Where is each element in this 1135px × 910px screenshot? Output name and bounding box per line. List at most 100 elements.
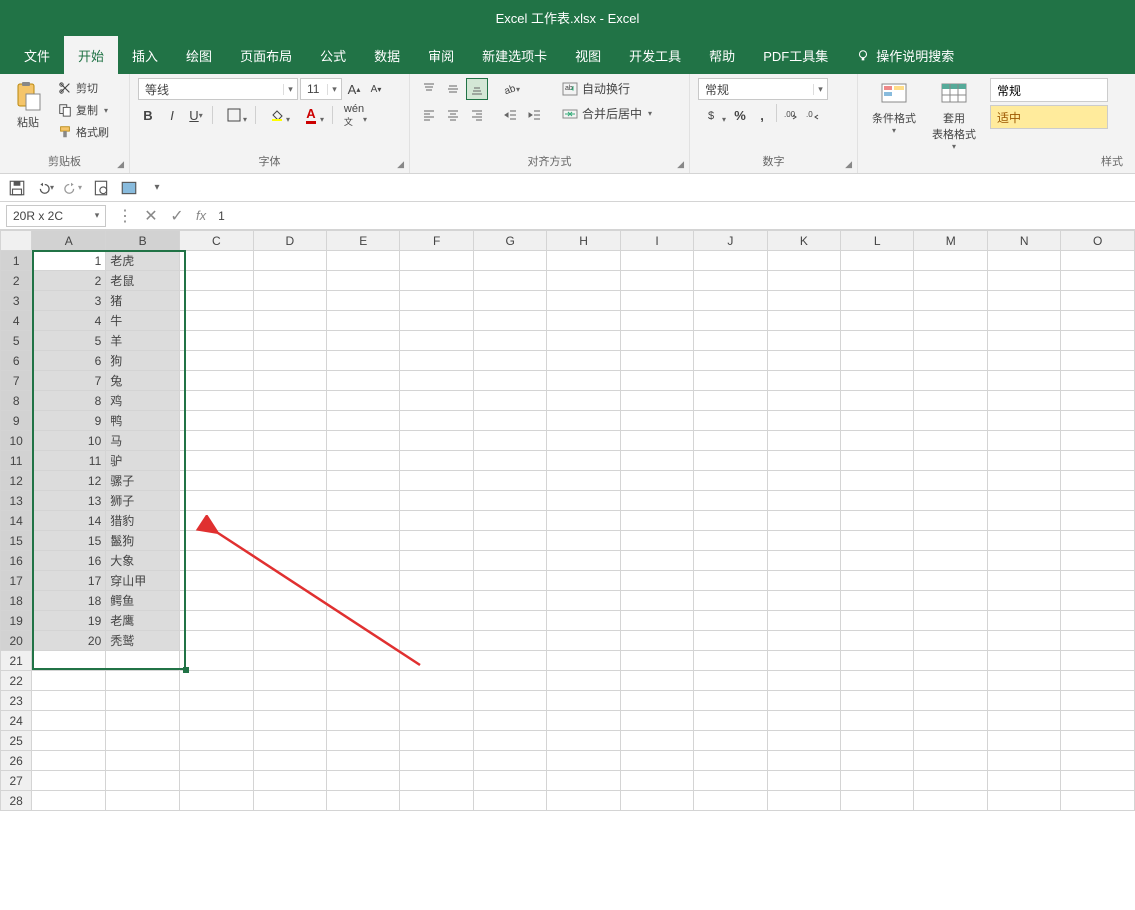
cell-H10[interactable] [547, 431, 620, 451]
cell-J24[interactable] [694, 711, 767, 731]
cell-B4[interactable]: 牛 [106, 311, 180, 331]
col-header-N[interactable]: N [987, 231, 1060, 251]
print-preview-button[interactable] [92, 179, 110, 197]
cell-G21[interactable] [473, 651, 546, 671]
copy-button[interactable]: 复制▾ [54, 100, 113, 120]
decrease-decimal-button[interactable]: .0 [803, 104, 823, 126]
cell-J28[interactable] [694, 791, 767, 811]
cell-D28[interactable] [253, 791, 326, 811]
tab-formulas[interactable]: 公式 [306, 36, 360, 74]
cell-B26[interactable] [106, 751, 180, 771]
cell-B21[interactable] [106, 651, 180, 671]
cell-K28[interactable] [767, 791, 840, 811]
cell-C18[interactable] [180, 591, 253, 611]
cell-O20[interactable] [1061, 631, 1135, 651]
cell-O23[interactable] [1061, 691, 1135, 711]
col-header-O[interactable]: O [1061, 231, 1135, 251]
tab-file[interactable]: 文件 [10, 36, 64, 74]
cell-I6[interactable] [620, 351, 693, 371]
cell-B18[interactable]: 鳄鱼 [106, 591, 180, 611]
cell-C11[interactable] [180, 451, 253, 471]
cell-K2[interactable] [767, 271, 840, 291]
cell-N17[interactable] [987, 571, 1060, 591]
cell-K8[interactable] [767, 391, 840, 411]
align-middle-button[interactable] [442, 78, 464, 100]
cell-A25[interactable] [32, 731, 106, 751]
row-header-15[interactable]: 15 [1, 531, 32, 551]
cell-C6[interactable] [180, 351, 253, 371]
number-launcher[interactable]: ◢ [842, 158, 855, 171]
cell-E13[interactable] [327, 491, 400, 511]
format-as-table-button[interactable]: 套用 表格格式▾ [926, 78, 982, 153]
wrap-text-button[interactable]: ab 自动换行 [558, 78, 656, 99]
cell-M23[interactable] [914, 691, 988, 711]
cell-A26[interactable] [32, 751, 106, 771]
cell-I19[interactable] [620, 611, 693, 631]
comma-button[interactable]: , [752, 104, 772, 126]
cell-K15[interactable] [767, 531, 840, 551]
cell-G3[interactable] [473, 291, 546, 311]
cell-M18[interactable] [914, 591, 988, 611]
cell-K26[interactable] [767, 751, 840, 771]
cell-A14[interactable]: 14 [32, 511, 106, 531]
cell-O22[interactable] [1061, 671, 1135, 691]
cell-M8[interactable] [914, 391, 988, 411]
row-header-11[interactable]: 11 [1, 451, 32, 471]
cell-N1[interactable] [987, 251, 1060, 271]
tab-insert[interactable]: 插入 [118, 36, 172, 74]
col-header-H[interactable]: H [547, 231, 620, 251]
cell-H23[interactable] [547, 691, 620, 711]
cell-M14[interactable] [914, 511, 988, 531]
cell-H6[interactable] [547, 351, 620, 371]
cell-L15[interactable] [841, 531, 914, 551]
cell-G12[interactable] [473, 471, 546, 491]
cell-N24[interactable] [987, 711, 1060, 731]
cell-D13[interactable] [253, 491, 326, 511]
cell-L11[interactable] [841, 451, 914, 471]
col-header-A[interactable]: A [32, 231, 106, 251]
cell-G18[interactable] [473, 591, 546, 611]
cell-N20[interactable] [987, 631, 1060, 651]
cell-G27[interactable] [473, 771, 546, 791]
tab-draw[interactable]: 绘图 [172, 36, 226, 74]
cell-A8[interactable]: 8 [32, 391, 106, 411]
cell-G24[interactable] [473, 711, 546, 731]
redo-button[interactable]: ▾ [64, 179, 82, 197]
cell-J9[interactable] [694, 411, 767, 431]
row-header-13[interactable]: 13 [1, 491, 32, 511]
cell-D12[interactable] [253, 471, 326, 491]
cell-O25[interactable] [1061, 731, 1135, 751]
cell-F8[interactable] [400, 391, 473, 411]
cell-L23[interactable] [841, 691, 914, 711]
cell-I18[interactable] [620, 591, 693, 611]
cell-F18[interactable] [400, 591, 473, 611]
percent-button[interactable]: % [730, 104, 750, 126]
tell-me-search[interactable]: 操作说明搜索 [842, 36, 968, 74]
cell-F7[interactable] [400, 371, 473, 391]
cell-G4[interactable] [473, 311, 546, 331]
cell-B11[interactable]: 驴 [106, 451, 180, 471]
orientation-button[interactable]: ab▾ [500, 78, 522, 100]
cell-F5[interactable] [400, 331, 473, 351]
cell-K25[interactable] [767, 731, 840, 751]
cell-L5[interactable] [841, 331, 914, 351]
cell-E4[interactable] [327, 311, 400, 331]
cell-E7[interactable] [327, 371, 400, 391]
cell-E19[interactable] [327, 611, 400, 631]
cell-C21[interactable] [180, 651, 253, 671]
cell-I10[interactable] [620, 431, 693, 451]
cell-B20[interactable]: 秃鹫 [106, 631, 180, 651]
row-header-27[interactable]: 27 [1, 771, 32, 791]
cell-F15[interactable] [400, 531, 473, 551]
row-header-14[interactable]: 14 [1, 511, 32, 531]
cell-B17[interactable]: 穿山甲 [106, 571, 180, 591]
tab-help[interactable]: 帮助 [695, 36, 749, 74]
tab-review[interactable]: 审阅 [414, 36, 468, 74]
cell-I14[interactable] [620, 511, 693, 531]
cell-L14[interactable] [841, 511, 914, 531]
cell-E14[interactable] [327, 511, 400, 531]
cell-F21[interactable] [400, 651, 473, 671]
cell-H2[interactable] [547, 271, 620, 291]
cell-B16[interactable]: 大象 [106, 551, 180, 571]
cell-E26[interactable] [327, 751, 400, 771]
